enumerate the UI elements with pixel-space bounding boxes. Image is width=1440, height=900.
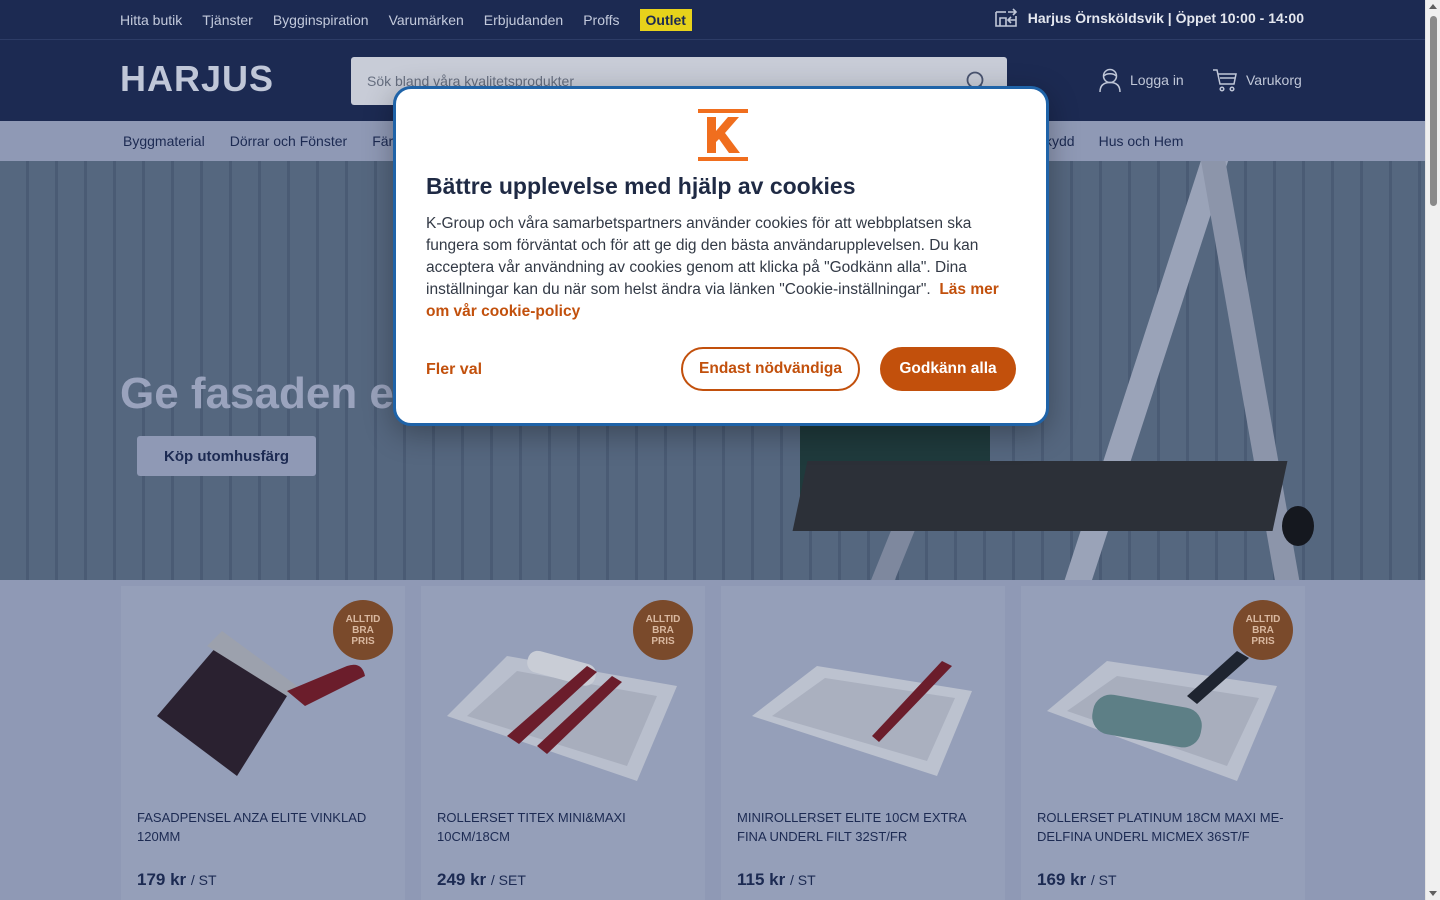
category-items-left: Byggmaterial Dörrar och Fönster Färg [123, 121, 426, 161]
product-price: 179 kr / ST [137, 870, 217, 889]
category-skydd[interactable]: kydd [1045, 133, 1075, 149]
hero-heading: Ge fasaden e [120, 369, 394, 418]
category-byggmaterial[interactable]: Byggmaterial [123, 133, 205, 149]
price-badge: ALLTID BRA PRIS [633, 600, 693, 660]
product-price: 169 kr / ST [1037, 870, 1117, 889]
link-hitta-butik[interactable]: Hitta butik [120, 12, 182, 28]
product-card[interactable]: ALLTID BRA PRIS ROLLERSET TITEX MINI&MAXI … [421, 586, 705, 900]
ladder-foot [1282, 506, 1314, 546]
store-icon [994, 8, 1017, 27]
product-price: 249 kr / SET [437, 870, 526, 889]
price-badge: ALLTID BRA PRIS [333, 600, 393, 660]
scroll-down-arrow[interactable] [1429, 891, 1437, 896]
product-image-mini-roller-set [752, 661, 972, 776]
link-outlet[interactable]: Outlet [639, 9, 692, 31]
product-name[interactable]: ROLLERSET PLATINUM 18CM MAXI ME-DELFINA … [1037, 808, 1293, 846]
cookie-title: Bättre upplevelse med hjälp av cookies [426, 173, 856, 199]
product-card[interactable]: ALLTID BRA PRIS ROLLERSET PLATINUM 18CM MA… [1021, 586, 1305, 900]
product-name[interactable]: ROLLERSET TITEX MINI&MAXI 10CM/18CM [437, 808, 693, 846]
scrollbar-thumb[interactable] [1430, 16, 1437, 206]
product-card[interactable]: MINIROLLERSET ELITE 10CM EXTRA FINA UNDE… [721, 586, 1005, 900]
user-icon [1099, 68, 1121, 93]
category-hus-och-hem[interactable]: Hus och Hem [1099, 133, 1184, 149]
utility-links: Hitta butik Tjänster Bygginspiration Var… [120, 0, 692, 40]
top-utility-bar: Hitta butik Tjänster Bygginspiration Var… [0, 0, 1425, 40]
cookie-body: K-Group och våra samarbetspartners använ… [426, 215, 999, 320]
cart-button[interactable]: Varukorg [1212, 67, 1302, 93]
scroll-up-arrow[interactable] [1429, 4, 1437, 9]
k-group-logo [698, 109, 748, 161]
category-items-right: kydd Hus och Hem [1045, 121, 1207, 161]
store-label: Harjus Örnsköldsvik | Öppet 10:00 - 14:0… [1027, 10, 1304, 26]
necessary-only-button[interactable]: Endast nödvändiga [681, 347, 860, 391]
price-badge: ALLTID BRA PRIS [1233, 600, 1293, 660]
product-grid: ALLTID BRA PRIS FASADPENSEL ANZA ELITE VIN… [0, 580, 1425, 900]
login-label: Logga in [1130, 72, 1184, 88]
link-bygginspiration[interactable]: Bygginspiration [273, 12, 369, 28]
cart-label: Varukorg [1246, 72, 1302, 88]
product-name[interactable]: FASADPENSEL ANZA ELITE VINKLAD 120MM [137, 808, 393, 846]
login-button[interactable]: Logga in [1098, 67, 1184, 93]
hero-cta-button[interactable]: Köp utomhusfärg [137, 436, 316, 476]
link-proffs[interactable]: Proffs [583, 12, 619, 28]
link-varumarken[interactable]: Varumärken [389, 12, 464, 28]
ladder-step [792, 461, 1288, 531]
accept-all-button[interactable]: Godkänn alla [880, 347, 1016, 391]
product-card[interactable]: ALLTID BRA PRIS FASADPENSEL ANZA ELITE VIN… [121, 586, 405, 900]
more-options-button[interactable]: Fler val [426, 361, 482, 379]
store-info[interactable]: Harjus Örnsköldsvik | Öppet 10:00 - 14:0… [994, 0, 1304, 36]
link-tjanster[interactable]: Tjänster [202, 12, 253, 28]
product-name[interactable]: MINIROLLERSET ELITE 10CM EXTRA FINA UNDE… [737, 808, 993, 846]
category-dorrar-och-fonster[interactable]: Dörrar och Fönster [230, 133, 347, 149]
harjus-logo[interactable]: HARJUS [120, 58, 274, 100]
page-scrollbar[interactable] [1425, 0, 1440, 900]
cookie-consent-dialog: Bättre upplevelse med hjälp av cookies K… [393, 86, 1049, 426]
product-price: 115 kr / ST [737, 870, 816, 889]
cart-icon [1213, 69, 1237, 92]
link-erbjudanden[interactable]: Erbjudanden [484, 12, 563, 28]
